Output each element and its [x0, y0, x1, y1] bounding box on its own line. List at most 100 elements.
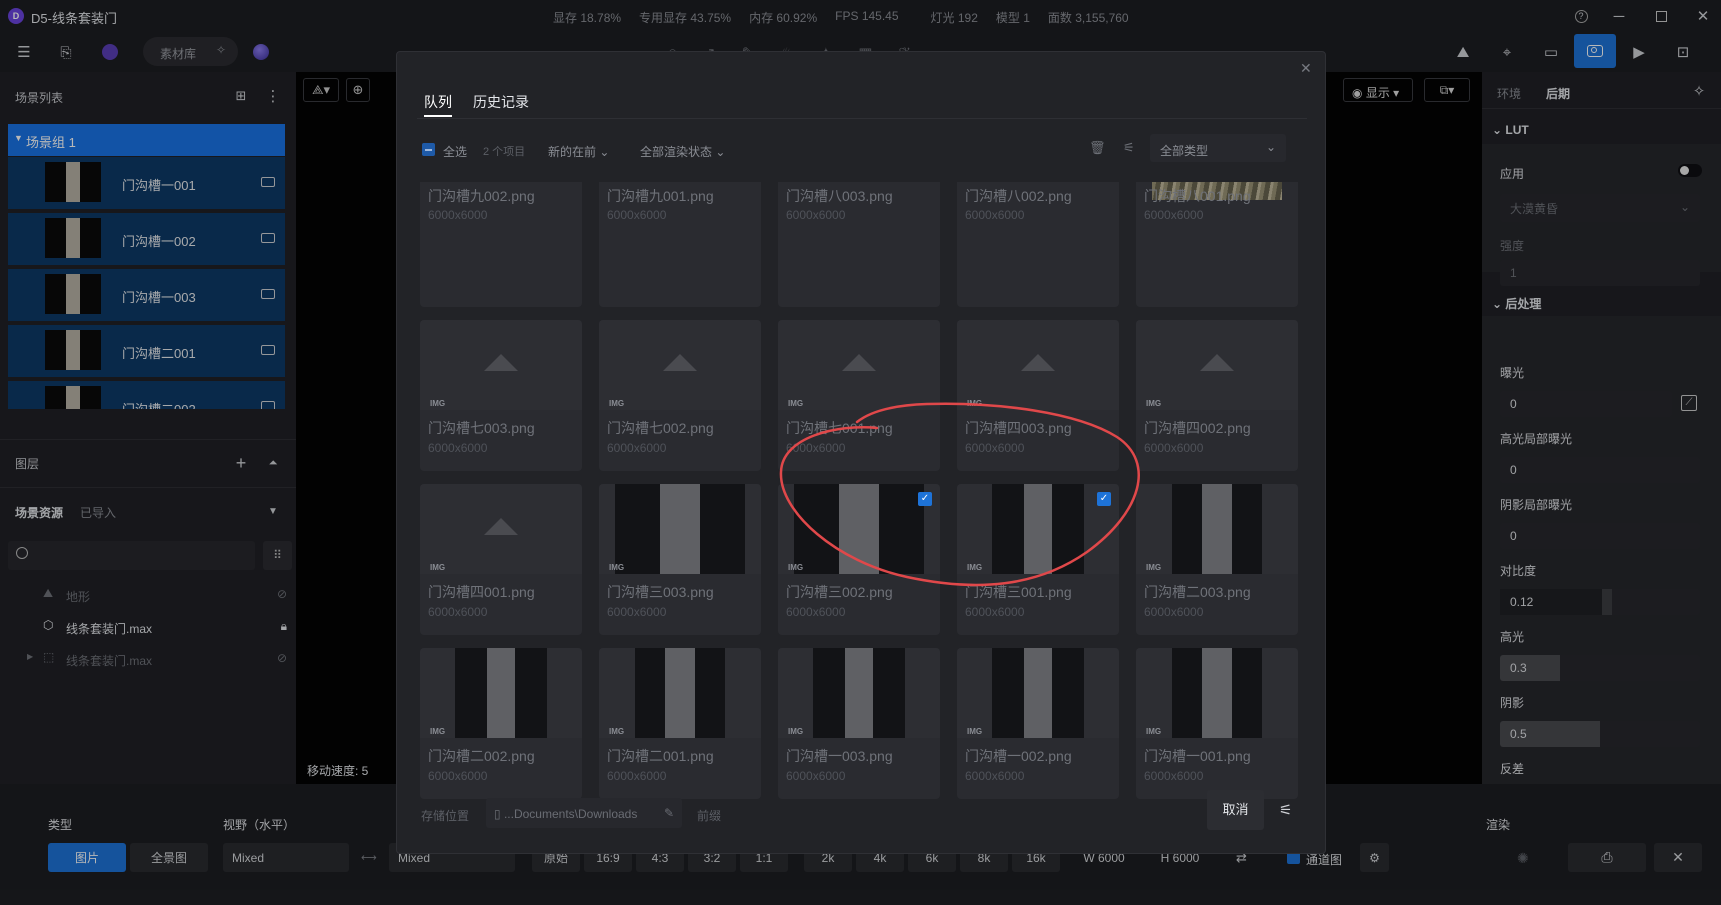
card-thumbnail: [599, 320, 761, 410]
card-dimensions: 6000x6000: [965, 769, 1025, 783]
queue-card[interactable]: IMG门沟槽八002.png6000x6000: [957, 182, 1119, 307]
card-thumbnail: [599, 484, 761, 574]
card-file-name: 门沟槽九002.png: [428, 188, 535, 204]
card-dimensions: 6000x6000: [607, 208, 667, 222]
img-badge: IMG: [430, 399, 446, 408]
img-badge: IMG: [788, 727, 804, 736]
annotation-circle: [779, 402, 1140, 587]
status-filter-dropdown[interactable]: 全部渲染状态 ⌄: [640, 143, 725, 160]
sort-label: 新的在前: [548, 145, 597, 159]
chevron-down-icon: ⌄: [1265, 140, 1276, 154]
img-badge: IMG: [609, 399, 625, 408]
card-thumbnail: [1136, 648, 1298, 738]
tab-history[interactable]: 历史记录: [473, 92, 529, 112]
save-location-label: 存储位置: [421, 809, 470, 823]
card-thumbnail: [420, 320, 582, 410]
queue-card[interactable]: IMG 门沟槽一003.png 6000x6000: [778, 648, 940, 799]
img-badge: IMG: [967, 727, 983, 736]
card-thumbnail: [420, 484, 582, 574]
status-filter-label: 全部渲染状态: [640, 145, 713, 159]
card-file-name: 门沟槽八003.png: [786, 188, 893, 204]
card-file-name: 门沟槽二001.png: [607, 748, 714, 764]
image-placeholder-icon: [484, 354, 518, 371]
queue-card[interactable]: IMG 门沟槽七002.png 6000x6000: [599, 320, 761, 471]
file-icon: ▯: [494, 807, 501, 821]
card-thumbnail: [957, 648, 1119, 738]
queue-card[interactable]: IMG 门沟槽二002.png 6000x6000: [420, 648, 582, 799]
card-dimensions: 6000x6000: [1144, 769, 1204, 783]
door-preview: [635, 648, 725, 738]
type-filter-label: 全部类型: [1160, 144, 1209, 158]
card-dimensions: 6000x6000: [1144, 208, 1204, 222]
card-file-name: 门沟槽七002.png: [607, 420, 714, 436]
select-all-label[interactable]: 全选: [443, 143, 467, 160]
card-thumbnail: [420, 648, 582, 738]
card-dimensions: 6000x6000: [965, 208, 1025, 222]
save-path-field[interactable]: ▯ ...Documents\Downloads ✎: [486, 798, 682, 828]
card-dimensions: 6000x6000: [786, 769, 846, 783]
queue-card[interactable]: IMG 门沟槽一002.png 6000x6000: [957, 648, 1119, 799]
card-file-name: 门沟槽八001.png: [1144, 188, 1251, 204]
card-dimensions: 6000x6000: [428, 769, 488, 783]
card-file-name: 门沟槽二002.png: [428, 748, 535, 764]
delete-icon[interactable]: 🗑︎: [1089, 140, 1106, 156]
card-dimensions: 6000x6000: [607, 441, 667, 455]
queue-card[interactable]: IMG 门沟槽七003.png 6000x6000: [420, 320, 582, 471]
type-filter-dropdown[interactable]: 全部类型 ⌄: [1150, 134, 1286, 162]
queue-card[interactable]: IMG门沟槽九001.png6000x6000: [599, 182, 761, 307]
queue-settings-icon[interactable]: ⚟: [1279, 801, 1292, 819]
select-all-checkbox[interactable]: [422, 143, 435, 156]
card-file-name: 门沟槽四001.png: [428, 584, 535, 600]
card-dimensions: 6000x6000: [607, 769, 667, 783]
image-placeholder-icon: [1021, 354, 1055, 371]
card-dimensions: 6000x6000: [786, 208, 846, 222]
door-preview: [455, 648, 547, 738]
render-queue-dialog: ✕ 队列 历史记录 全选 2 个项目 新的在前 ⌄ 全部渲染状态 ⌄ 🗑︎ ⚟ …: [396, 51, 1326, 854]
queue-card[interactable]: IMG 门沟槽四001.png 6000x6000: [420, 484, 582, 635]
card-thumbnail: [599, 648, 761, 738]
card-dimensions: 6000x6000: [607, 605, 667, 619]
door-preview: [615, 484, 745, 574]
cancel-label: 取消: [1222, 802, 1249, 817]
divider: [417, 118, 1307, 119]
card-dimensions: 6000x6000: [428, 208, 488, 222]
queue-card[interactable]: IMG门沟槽八003.png6000x6000: [778, 182, 940, 307]
card-dimensions: 6000x6000: [428, 605, 488, 619]
sort-dropdown[interactable]: 新的在前 ⌄: [548, 143, 609, 160]
prefix-label: 前缀: [697, 809, 722, 823]
image-placeholder-icon: [842, 354, 876, 371]
card-file-name: 门沟槽三003.png: [607, 584, 714, 600]
card-file-name: 门沟槽八002.png: [965, 188, 1072, 204]
queue-card[interactable]: IMG门沟槽九002.png6000x6000: [420, 182, 582, 307]
dialog-close-icon[interactable]: ✕: [1300, 60, 1312, 77]
queue-card[interactable]: IMG 门沟槽二001.png 6000x6000: [599, 648, 761, 799]
queue-card[interactable]: IMG 门沟槽一001.png 6000x6000: [1136, 648, 1298, 799]
filter-settings-icon[interactable]: ⚟: [1123, 140, 1135, 156]
img-badge: IMG: [430, 563, 446, 572]
edit-icon[interactable]: ✎: [664, 806, 674, 820]
image-placeholder-icon: [663, 354, 697, 371]
tab-queue-underline: [424, 115, 452, 117]
queue-card[interactable]: IMG门沟槽八001.png6000x6000: [1136, 182, 1298, 307]
img-badge: IMG: [430, 727, 446, 736]
card-file-name: 门沟槽七003.png: [428, 420, 535, 436]
card-file-name: 门沟槽一003.png: [786, 748, 893, 764]
img-badge: IMG: [1146, 727, 1162, 736]
door-preview: [1172, 648, 1262, 738]
door-preview: [1172, 484, 1262, 574]
card-file-name: 门沟槽九001.png: [607, 188, 714, 204]
door-preview: [813, 648, 905, 738]
card-dimensions: 6000x6000: [428, 441, 488, 455]
img-badge: IMG: [609, 563, 625, 572]
card-file-name: 门沟槽一002.png: [965, 748, 1072, 764]
door-preview: [992, 648, 1084, 738]
cancel-button[interactable]: 取消: [1207, 790, 1264, 830]
queue-card[interactable]: IMG 门沟槽三003.png 6000x6000: [599, 484, 761, 635]
image-placeholder-icon: [484, 518, 518, 535]
item-count: 2 个项目: [483, 146, 526, 158]
card-file-name: 门沟槽一001.png: [1144, 748, 1251, 764]
img-badge: IMG: [609, 727, 625, 736]
tab-queue[interactable]: 队列: [424, 92, 452, 112]
card-thumbnail: [778, 648, 940, 738]
image-placeholder-icon: [1200, 354, 1234, 371]
